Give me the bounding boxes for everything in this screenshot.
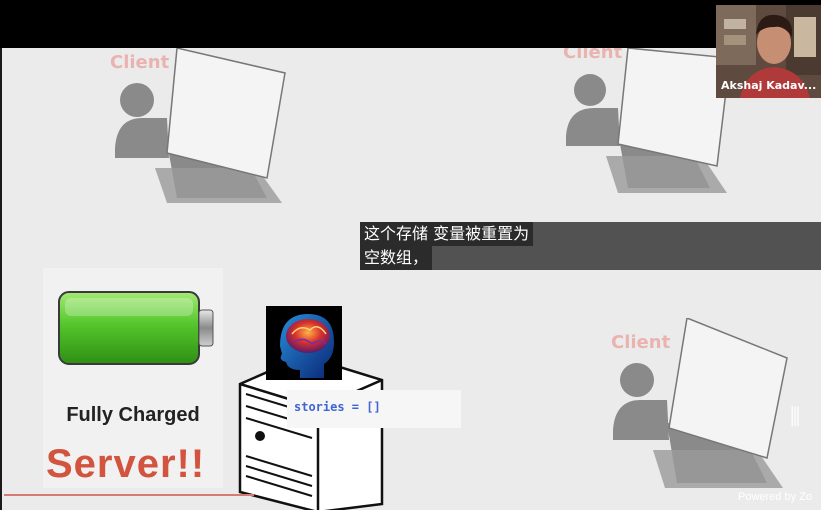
- server-underline: [4, 494, 254, 496]
- top-bar: [0, 0, 821, 48]
- video-frame: Client Client Client Fully Charged stori…: [0, 0, 821, 510]
- subtitle-line-2: 空数组，: [360, 246, 433, 270]
- subtitle-line-1: 这个存储 变量被重置为: [360, 222, 534, 246]
- speaker-name: Akshaj Kadav...: [721, 79, 817, 92]
- brand-glyph: ⫼: [790, 404, 801, 429]
- powered-by-watermark: Powered by Zo: [738, 491, 812, 503]
- subtitle-box: 这个存储 变量被重置为 空数组，: [360, 222, 821, 270]
- battery-icon: [58, 291, 214, 365]
- server-title: Server!!: [46, 442, 206, 486]
- slide: Client Client Client Fully Charged stori…: [2, 48, 821, 510]
- client-icon-1: [115, 48, 286, 203]
- battery-caption: Fully Charged: [66, 404, 200, 426]
- client-icon-3: [613, 318, 788, 488]
- speaker-video: Akshaj Kadav...: [716, 5, 821, 98]
- client-icon-2: [566, 48, 731, 193]
- brain-icon: [266, 306, 342, 380]
- brain-image: [266, 306, 342, 380]
- server-code: stories = []: [294, 400, 381, 414]
